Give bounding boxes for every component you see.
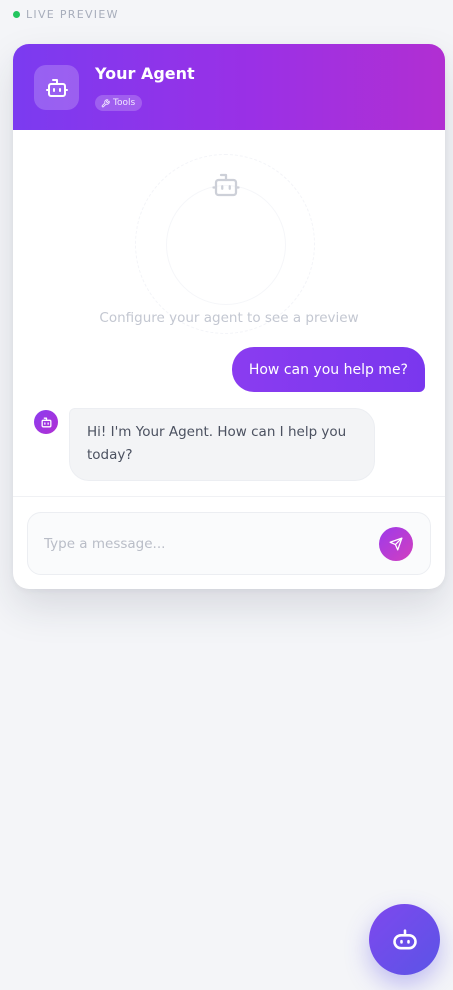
bot-message-avatar: [34, 410, 58, 434]
robot-icon: [41, 417, 51, 427]
tools-badge-label: Tools: [113, 98, 136, 108]
user-message-bubble: How can you help me?: [231, 347, 425, 392]
message-input[interactable]: [27, 512, 431, 575]
live-status-dot: [13, 11, 20, 18]
wrench-icon: [101, 98, 110, 107]
live-preview-label: LIVE PREVIEW: [26, 8, 119, 21]
chat-header: Your Agent Tools: [13, 44, 445, 130]
live-preview-indicator: LIVE PREVIEW: [13, 8, 119, 21]
chat-launcher-button[interactable]: [369, 904, 440, 975]
empty-state-text: Configure your agent to see a preview: [99, 310, 359, 326]
agent-name: Your Agent: [95, 64, 195, 83]
bot-message-bubble: Hi! I'm Your Agent. How can I help you t…: [69, 408, 375, 481]
send-button[interactable]: [379, 527, 413, 561]
agent-avatar: [34, 65, 79, 110]
robot-icon: [392, 928, 417, 949]
robot-icon: [212, 173, 240, 197]
chat-composer: [13, 496, 445, 589]
send-icon: [389, 537, 403, 551]
empty-state-icon-wrap: [211, 170, 241, 204]
robot-icon: [45, 78, 68, 97]
chat-preview-card: Your Agent Tools Configure your agent to…: [13, 44, 445, 589]
chat-messages-area[interactable]: Configure your agent to see a preview Ho…: [13, 130, 445, 496]
tools-badge: Tools: [95, 95, 143, 111]
